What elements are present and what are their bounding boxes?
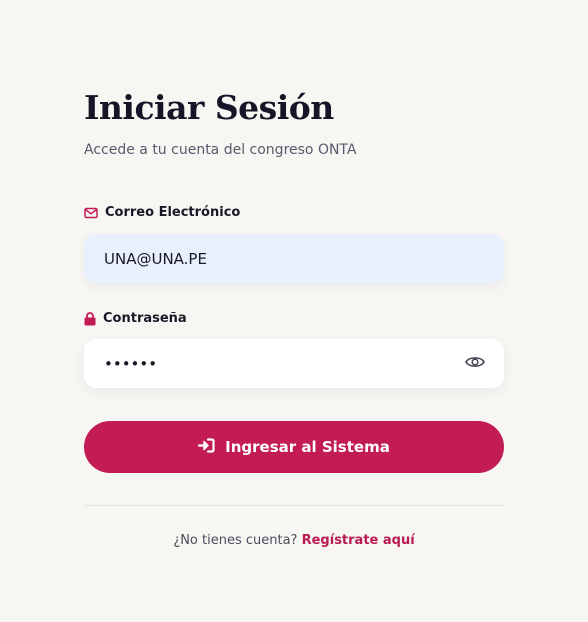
email-label-text: Correo Electrónico [105,205,241,220]
signup-prompt-text: ¿No tienes cuenta? [173,533,298,548]
password-label: Contraseña [84,311,187,326]
show-password-button[interactable] [464,353,486,375]
lock-icon [84,311,96,326]
page-title: Iniciar Sesión [84,88,334,127]
email-input[interactable] [104,249,424,268]
sign-in-icon [198,437,215,457]
email-label: Correo Electrónico [84,205,240,220]
email-field[interactable] [84,234,504,283]
password-field[interactable] [84,339,504,388]
signup-link[interactable]: Regístrate aquí [302,533,415,548]
login-button-label: Ingresar al Sistema [225,438,390,456]
login-button[interactable]: Ingresar al Sistema [84,421,504,473]
divider [84,505,504,506]
signup-prompt: ¿No tienes cuenta? Regístrate aquí [84,533,504,548]
envelope-icon [84,207,98,219]
eye-icon [465,355,485,373]
password-input[interactable] [104,354,424,373]
password-label-text: Contraseña [103,311,187,326]
page-subtitle: Accede a tu cuenta del congreso ONTA [84,142,357,158]
